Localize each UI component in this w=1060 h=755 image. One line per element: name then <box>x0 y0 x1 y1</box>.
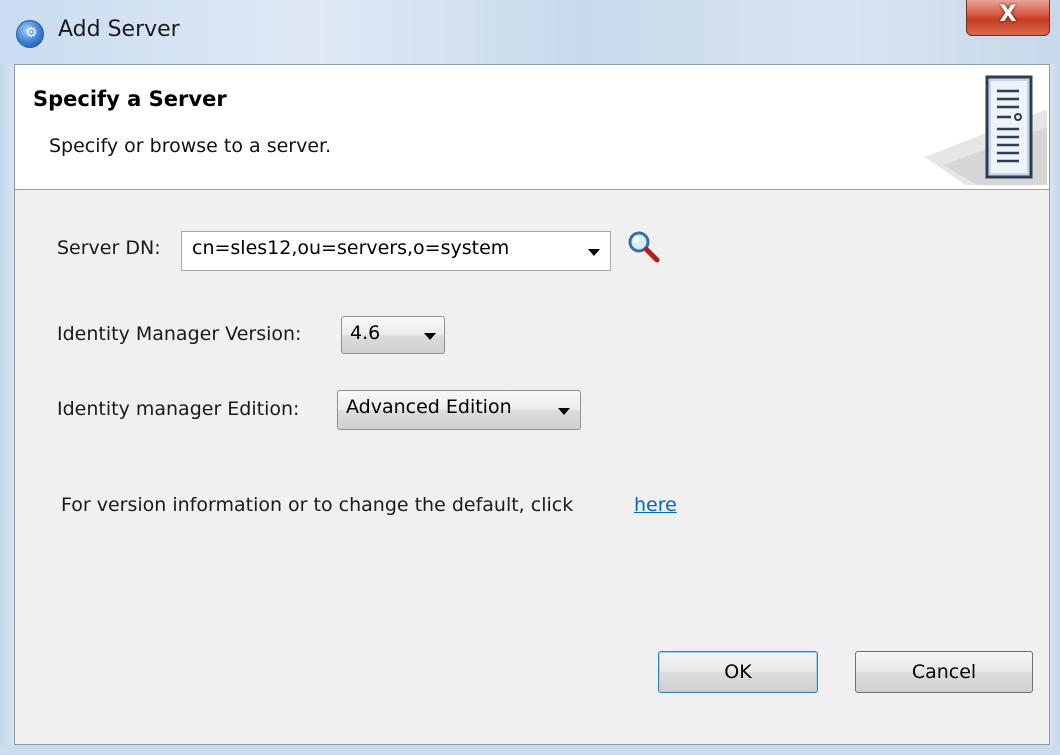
close-button[interactable]: X <box>966 0 1050 36</box>
version-select[interactable]: 4.6 <box>341 316 445 354</box>
version-info-text: For version information or to change the… <box>61 494 574 516</box>
chevron-down-icon[interactable] <box>588 249 600 256</box>
magnifier-icon[interactable] <box>626 229 662 265</box>
server-dn-combo[interactable]: cn=sles12,ou=servers,o=system <box>181 231 611 271</box>
window-frame-right <box>1050 64 1060 755</box>
chevron-down-icon <box>424 333 436 340</box>
server-dn-value: cn=sles12,ou=servers,o=system <box>192 237 510 259</box>
wizard-header: Specify a Server Specify or browse to a … <box>15 65 1049 190</box>
version-label: Identity Manager Version: <box>57 323 302 345</box>
globe-icon: ⚙ <box>16 20 44 48</box>
add-server-dialog: ⚙ Add Server X Specify a Server Specify … <box>0 0 1060 755</box>
page-title: Specify a Server <box>33 87 227 111</box>
chevron-down-icon <box>558 408 570 415</box>
ok-button[interactable]: OK <box>658 651 818 693</box>
close-icon: X <box>999 2 1017 27</box>
page-description: Specify or browse to a server. <box>49 135 332 157</box>
dialog-body: Specify a Server Specify or browse to a … <box>14 64 1050 745</box>
window-frame-left <box>0 64 14 755</box>
version-info-link[interactable]: here <box>634 494 677 516</box>
edition-label: Identity manager Edition: <box>57 398 300 420</box>
server-dn-label: Server DN: <box>57 237 161 259</box>
edition-select[interactable]: Advanced Edition <box>337 390 581 430</box>
server-icon <box>925 75 1047 185</box>
version-value: 4.6 <box>350 322 381 344</box>
edition-value: Advanced Edition <box>346 396 512 418</box>
window-title: Add Server <box>58 17 180 42</box>
window-frame-bottom <box>0 745 1060 755</box>
title-bar[interactable]: ⚙ Add Server X <box>0 0 1060 64</box>
cancel-button[interactable]: Cancel <box>855 651 1033 693</box>
